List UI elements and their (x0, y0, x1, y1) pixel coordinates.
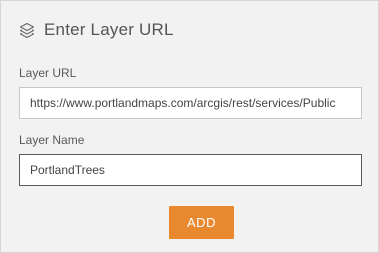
layers-icon (19, 22, 35, 39)
layer-url-label: Layer URL (19, 66, 77, 80)
layer-name-label: Layer Name (19, 133, 85, 147)
layer-url-input[interactable] (19, 87, 362, 119)
page-title: Enter Layer URL (44, 20, 174, 39)
layer-name-input[interactable] (19, 154, 362, 186)
enter-layer-url-panel: Enter Layer URL Layer URL Layer Name ADD (0, 0, 379, 253)
panel-header: Enter Layer URL (19, 20, 174, 40)
add-button[interactable]: ADD (169, 206, 234, 239)
